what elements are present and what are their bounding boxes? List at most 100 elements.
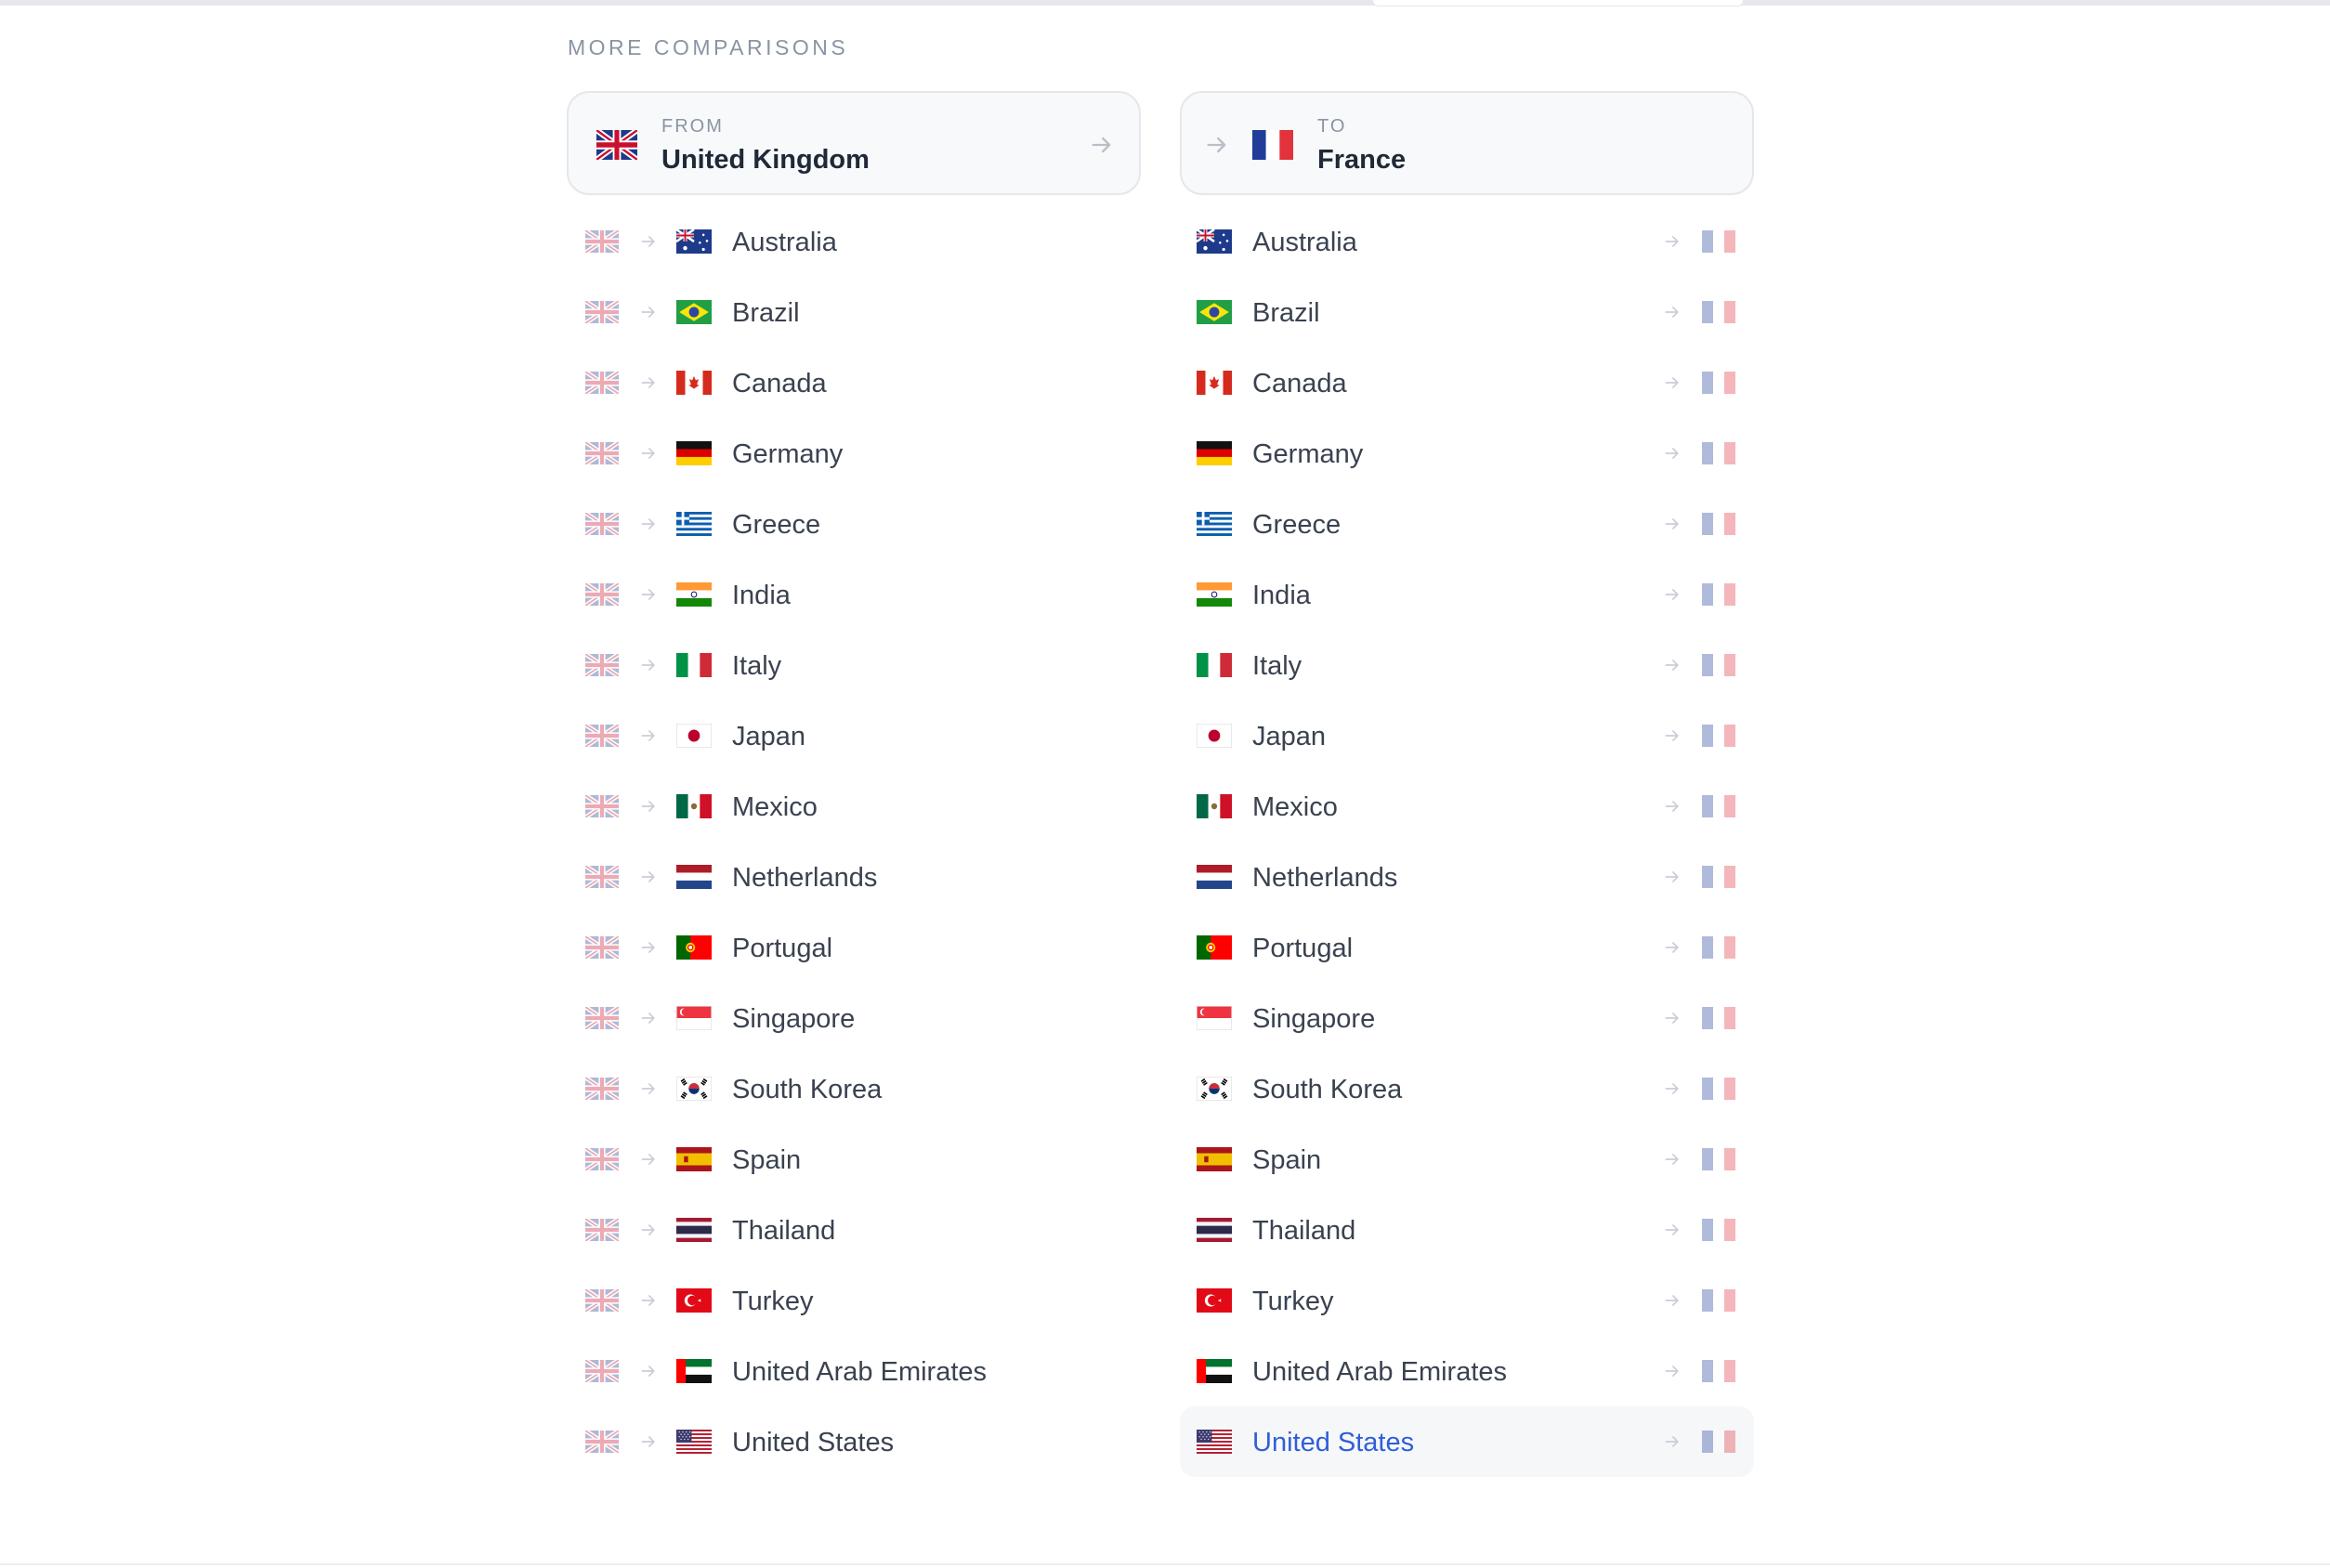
gb-flag-icon (585, 1148, 619, 1170)
comparison-row[interactable]: Portugal (1180, 912, 1754, 983)
country-name: India (1252, 581, 1311, 610)
arrow-right-icon (639, 726, 658, 745)
comparison-row[interactable]: Italy (567, 630, 1141, 700)
country-name: Mexico (1252, 792, 1338, 822)
comparison-row[interactable]: Portugal (567, 912, 1141, 983)
gb-flag-icon (585, 654, 619, 676)
arrow-right-icon (639, 656, 658, 674)
comparison-row[interactable]: Japan (567, 700, 1141, 771)
country-name: Netherlands (1252, 863, 1398, 893)
fr-flag-icon (1702, 1007, 1735, 1029)
comparison-row[interactable]: Netherlands (1180, 842, 1754, 912)
fr-flag-icon (1702, 654, 1735, 676)
arrow-right-icon (639, 1009, 658, 1027)
comparison-row[interactable]: Canada (1180, 347, 1754, 418)
gb-flag-icon (585, 866, 619, 888)
comparison-row[interactable]: India (1180, 559, 1754, 630)
comparison-row[interactable]: Thailand (567, 1195, 1141, 1265)
country-name: Spain (1252, 1145, 1322, 1175)
comparison-row[interactable]: United Arab Emirates (567, 1336, 1141, 1406)
jp-flag-icon (1197, 724, 1232, 748)
gb-flag-icon (596, 130, 637, 160)
comparison-row[interactable]: Mexico (567, 771, 1141, 842)
nl-flag-icon (1197, 865, 1232, 889)
country-name: Greece (732, 510, 821, 540)
comparison-row[interactable]: United States (1180, 1406, 1754, 1477)
arrow-right-icon (639, 1221, 658, 1239)
de-flag-icon (1197, 441, 1232, 465)
arrow-right-icon (1663, 868, 1682, 886)
comparison-row[interactable]: Brazil (567, 277, 1141, 347)
section-title: MORE COMPARISONS (568, 35, 849, 59)
us-flag-icon (1197, 1430, 1232, 1454)
comparison-row[interactable]: Greece (1180, 489, 1754, 559)
comparison-row[interactable]: Germany (1180, 418, 1754, 489)
comparison-row[interactable]: Spain (567, 1124, 1141, 1195)
comparison-row[interactable]: Japan (1180, 700, 1754, 771)
to-country-selector[interactable]: TO France (1180, 91, 1754, 195)
comparison-row[interactable]: Thailand (1180, 1195, 1754, 1265)
comparison-row[interactable]: Germany (567, 418, 1141, 489)
country-name: Turkey (732, 1287, 814, 1316)
country-name: Brazil (1252, 298, 1320, 328)
arrow-right-icon (1663, 303, 1682, 321)
fr-flag-icon (1702, 230, 1735, 253)
comparison-row[interactable]: Singapore (1180, 983, 1754, 1053)
nl-flag-icon (676, 865, 712, 889)
gb-flag-icon (585, 301, 619, 323)
arrow-right-icon (639, 797, 658, 816)
kr-flag-icon (676, 1077, 712, 1101)
fr-flag-icon (1702, 583, 1735, 606)
country-name: Canada (732, 369, 827, 399)
comparison-row[interactable]: Netherlands (567, 842, 1141, 912)
arrow-right-icon (639, 585, 658, 604)
comparison-row[interactable]: United States (567, 1406, 1141, 1477)
fr-flag-icon (1702, 442, 1735, 464)
gr-flag-icon (676, 512, 712, 536)
comparison-row[interactable]: India (567, 559, 1141, 630)
country-name: Singapore (732, 1004, 856, 1034)
comparison-row[interactable]: Turkey (1180, 1265, 1754, 1336)
comparison-row[interactable]: Italy (1180, 630, 1754, 700)
comparison-row[interactable]: Australia (567, 206, 1141, 277)
from-country-selector[interactable]: FROM United Kingdom (567, 91, 1141, 195)
country-name: Portugal (732, 934, 833, 963)
country-name: Australia (732, 228, 837, 257)
comparison-row[interactable]: South Korea (567, 1053, 1141, 1124)
comparison-row[interactable]: Singapore (567, 983, 1141, 1053)
country-name: Italy (1252, 651, 1302, 681)
comparison-row[interactable]: Greece (567, 489, 1141, 559)
comparison-row[interactable]: Canada (567, 347, 1141, 418)
th-flag-icon (676, 1218, 712, 1242)
arrow-right-icon (1663, 1079, 1682, 1098)
arrow-right-icon (1204, 132, 1230, 158)
comparison-row[interactable]: Mexico (1180, 771, 1754, 842)
to-comparison-list: Australia Brazil Canada Germany Greece India I… (1180, 206, 1754, 1477)
comparison-row[interactable]: Australia (1180, 206, 1754, 277)
country-name: Canada (1252, 369, 1347, 399)
country-name: Mexico (732, 792, 818, 822)
country-name: United States (1252, 1428, 1415, 1457)
country-name: Australia (1252, 228, 1357, 257)
to-value: France (1317, 145, 1407, 175)
comparison-row[interactable]: South Korea (1180, 1053, 1754, 1124)
fr-flag-icon (1702, 513, 1735, 535)
from-label: FROM (661, 116, 724, 137)
pt-flag-icon (676, 935, 712, 960)
comparison-row[interactable]: Turkey (567, 1265, 1141, 1336)
es-flag-icon (1197, 1147, 1232, 1171)
arrow-right-icon (639, 232, 658, 251)
country-name: Turkey (1252, 1287, 1334, 1316)
fr-flag-icon (1702, 1148, 1735, 1170)
au-flag-icon (1197, 229, 1232, 254)
sg-flag-icon (1197, 1006, 1232, 1030)
country-name: Singapore (1252, 1004, 1376, 1034)
comparison-row[interactable]: Brazil (1180, 277, 1754, 347)
to-label: TO (1317, 116, 1347, 137)
comparison-row[interactable]: United Arab Emirates (1180, 1336, 1754, 1406)
arrow-right-icon (1663, 1432, 1682, 1451)
arrow-right-icon (1663, 938, 1682, 957)
comparison-row[interactable]: Spain (1180, 1124, 1754, 1195)
tr-flag-icon (1197, 1288, 1232, 1313)
fr-flag-icon (1702, 1078, 1735, 1100)
